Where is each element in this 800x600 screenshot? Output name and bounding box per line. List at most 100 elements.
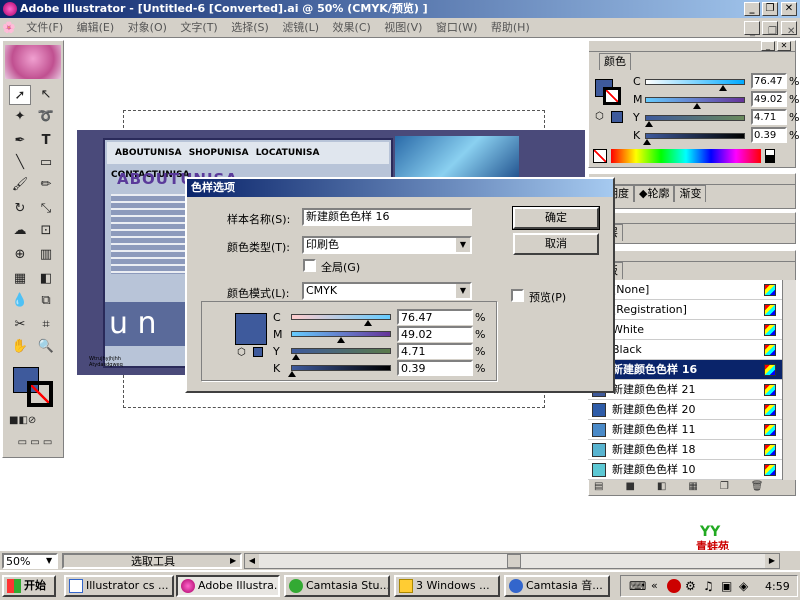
panel-close-button[interactable]: ✕ xyxy=(777,41,791,51)
show-pattern-swatches-icon[interactable]: ▦ xyxy=(688,481,719,492)
selection-tool-icon[interactable]: ➚ xyxy=(9,85,31,105)
swatch-name-input[interactable]: 新建颜色色样 16 xyxy=(302,208,472,226)
dialog-y-thumb[interactable] xyxy=(292,354,300,360)
swatch-row[interactable]: 新建颜色色样 11 xyxy=(588,420,782,440)
show-gradient-swatches-icon[interactable]: ◧ xyxy=(657,481,688,492)
doc-icon[interactable]: 🌸 xyxy=(0,18,18,38)
doc-close-button[interactable]: ✕ xyxy=(781,21,797,37)
chevron-down-icon[interactable]: ▼ xyxy=(456,238,470,252)
dialog-c-slider[interactable] xyxy=(291,314,391,320)
panel-minimize-button[interactable]: _ xyxy=(761,41,775,51)
menu-type[interactable]: 文字(T) xyxy=(175,18,222,38)
white-swatch[interactable] xyxy=(765,149,775,156)
menu-view[interactable]: 视图(V) xyxy=(379,18,427,38)
menu-file[interactable]: 文件(F) xyxy=(21,18,68,38)
swatch-row[interactable]: White xyxy=(588,320,782,340)
color-y-slider[interactable] xyxy=(645,115,745,121)
direct-selection-tool-icon[interactable]: ↖ xyxy=(35,85,57,105)
stroke-swatch[interactable] xyxy=(27,381,53,407)
menu-help[interactable]: 帮助(H) xyxy=(486,18,535,38)
swatch-row[interactable]: [None] xyxy=(588,280,782,300)
free-transform-tool-icon[interactable]: ⊡ xyxy=(35,221,57,241)
dialog-y-value[interactable]: 4.71 xyxy=(397,343,473,359)
dialog-k-thumb[interactable] xyxy=(288,371,296,377)
color-k-slider[interactable] xyxy=(645,133,745,139)
swatch-row[interactable]: [Registration] xyxy=(588,300,782,320)
doc-restore-button[interactable]: ❐ xyxy=(762,21,778,37)
graph-tool-icon[interactable]: ▥ xyxy=(35,245,57,265)
line-tool-icon[interactable]: ╲ xyxy=(9,153,31,173)
tray-icon-extra[interactable]: ◈ xyxy=(739,579,748,593)
tab-gradient[interactable]: 渐变 xyxy=(674,185,707,202)
tray-expand-icon[interactable]: « xyxy=(651,579,658,592)
color-mode-icon[interactable]: ■◧⊘ xyxy=(9,411,36,431)
blend-tool-icon[interactable]: ⧉ xyxy=(35,291,57,311)
swatch-row[interactable]: 新建颜色色样 18 xyxy=(588,440,782,460)
close-button[interactable]: ✕ xyxy=(781,2,797,16)
color-c-slider[interactable] xyxy=(645,79,745,85)
horizontal-scrollbar[interactable]: ◀ ▶ xyxy=(244,553,780,569)
swatch-row[interactable]: 新建颜色色样 21 xyxy=(588,380,782,400)
color-k-thumb[interactable] xyxy=(643,139,651,145)
zoom-chevron-icon[interactable]: ▼ xyxy=(46,556,52,565)
pencil-tool-icon[interactable]: ✏ xyxy=(35,175,57,195)
mesh-tool-icon[interactable]: ▦ xyxy=(9,269,31,289)
paintbrush-tool-icon[interactable]: 🖌 xyxy=(9,175,31,195)
menu-filter[interactable]: 滤镜(L) xyxy=(277,18,324,38)
symbol-sprayer-tool-icon[interactable]: ⊕ xyxy=(9,245,31,265)
minimize-button[interactable]: _ xyxy=(744,2,760,16)
cancel-button[interactable]: 取消 xyxy=(513,233,599,255)
dialog-k-value[interactable]: 0.39 xyxy=(397,360,473,376)
scissors-tool-icon[interactable]: ✂ xyxy=(9,315,31,335)
dialog-y-slider[interactable] xyxy=(291,348,391,354)
color-m-value[interactable]: 49.02 xyxy=(751,91,787,107)
menu-edit[interactable]: 编辑(E) xyxy=(72,18,120,38)
delete-swatch-icon[interactable]: 🗑 xyxy=(751,481,786,492)
color-tab[interactable]: 颜色 xyxy=(599,53,631,70)
task-4[interactable]: 3 Windows ... xyxy=(394,575,500,597)
keyboard-icon[interactable]: ⌨ xyxy=(629,579,646,593)
start-button[interactable]: 开始 xyxy=(2,575,56,597)
menu-effect[interactable]: 效果(C) xyxy=(328,18,376,38)
color-y-thumb[interactable] xyxy=(645,121,653,127)
status-chevron-icon[interactable]: ▶ xyxy=(230,556,236,565)
slice-tool-icon[interactable]: ⌗ xyxy=(35,315,57,335)
color-panel-mini-swatch[interactable] xyxy=(611,111,623,123)
dialog-m-value[interactable]: 49.02 xyxy=(397,326,473,342)
rotate-tool-icon[interactable]: ↻ xyxy=(9,199,31,219)
none-swatch[interactable] xyxy=(593,149,607,163)
lasso-tool-icon[interactable]: ➰ xyxy=(35,107,57,127)
rectangle-tool-icon[interactable]: ▭ xyxy=(35,153,57,173)
pen-tool-icon[interactable]: ✒ xyxy=(9,131,31,151)
volume-icon[interactable]: ♫ xyxy=(703,579,714,593)
color-y-value[interactable]: 4.71 xyxy=(751,109,787,125)
show-color-swatches-icon[interactable]: ■ xyxy=(625,481,656,492)
eyedropper-tool-icon[interactable]: 💧 xyxy=(9,291,31,311)
black-swatch[interactable] xyxy=(765,156,775,163)
menu-window[interactable]: 窗口(W) xyxy=(431,18,482,38)
task-2[interactable]: Adobe Illustra... xyxy=(176,575,280,597)
network-icon[interactable]: ⚙ xyxy=(685,579,696,593)
dialog-c-value[interactable]: 76.47 xyxy=(397,309,473,325)
color-m-thumb[interactable] xyxy=(693,103,701,109)
gradient-tool-icon[interactable]: ◧ xyxy=(35,269,57,289)
hand-tool-icon[interactable]: ✋ xyxy=(9,337,31,357)
magic-wand-tool-icon[interactable]: ✦ xyxy=(9,107,31,127)
color-mode-select[interactable]: CMYK ▼ xyxy=(302,282,472,300)
swatch-row[interactable]: 新建颜色色样 10 xyxy=(588,460,782,480)
ok-button[interactable]: 确定 xyxy=(512,206,600,230)
chevron-down-icon[interactable]: ▼ xyxy=(456,284,470,298)
global-checkbox[interactable] xyxy=(303,259,316,272)
dialog-c-thumb[interactable] xyxy=(364,320,372,326)
swatch-row[interactable]: 新建颜色色样 20 xyxy=(588,400,782,420)
color-type-select[interactable]: 印刷色 ▼ xyxy=(302,236,472,254)
color-spectrum-bar[interactable] xyxy=(611,149,761,163)
warp-tool-icon[interactable]: ☁ xyxy=(9,221,31,241)
app-tray-icon[interactable]: ▣ xyxy=(721,579,732,593)
swatch-row[interactable]: Black xyxy=(588,340,782,360)
task-3[interactable]: Camtasia Stu... xyxy=(284,575,390,597)
color-panel-stroke[interactable] xyxy=(603,87,621,105)
swatch-row[interactable]: 新建颜色色样 16 xyxy=(588,360,782,380)
color-c-value[interactable]: 76.47 xyxy=(751,73,787,89)
dialog-k-slider[interactable] xyxy=(291,365,391,371)
